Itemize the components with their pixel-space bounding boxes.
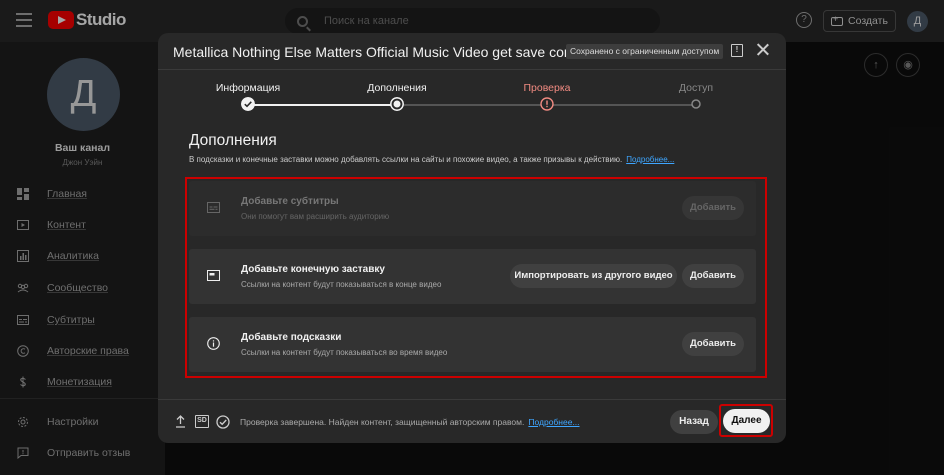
step-current-icon[interactable] [390, 97, 404, 111]
step-pending-icon[interactable] [691, 99, 701, 109]
footer-learn-more-link[interactable]: Подробнее... [528, 417, 579, 427]
step-warning-icon[interactable] [540, 97, 554, 111]
upload-dialog: Metallica Nothing Else Matters Official … [158, 33, 786, 443]
close-icon[interactable] [756, 42, 770, 56]
dialog-header-divider [158, 69, 786, 70]
dialog-title: Metallica Nothing Else Matters Official … [173, 44, 576, 60]
info-icon [207, 337, 220, 350]
subtitles-card-title: Добавьте субтитры [241, 196, 339, 207]
step-checks-label[interactable]: Проверка [487, 82, 607, 94]
report-issue-icon[interactable]: ! [731, 44, 743, 57]
endscreen-icon [207, 270, 220, 281]
footer-status-text: Проверка завершена. Найден контент, защи… [240, 417, 525, 427]
step-visibility-label[interactable]: Доступ [636, 82, 756, 94]
step-connector-done [254, 104, 396, 106]
dialog-footer-divider [158, 399, 786, 400]
next-button[interactable]: Далее [723, 409, 770, 433]
back-button[interactable]: Назад [670, 410, 718, 434]
subtitles-icon [207, 202, 220, 213]
endscreen-card-title: Добавьте конечную заставку [241, 264, 385, 275]
step-connector [403, 104, 541, 106]
step-info-label[interactable]: Информация [188, 82, 308, 94]
info-cards-card-title: Добавьте подсказки [241, 332, 342, 343]
info-cards-card: Добавьте подсказки Ссылки на контент буд… [189, 317, 756, 372]
learn-more-link[interactable]: Подробнее... [626, 155, 674, 164]
footer-status: Проверка завершена. Найден контент, защи… [240, 417, 580, 427]
section-description: В подсказки и конечные заставки можно до… [189, 155, 674, 164]
subtitles-card: Добавьте субтитры Они помогут вам расшир… [189, 181, 756, 236]
step-done-check-icon[interactable] [241, 97, 255, 111]
import-endscreen-button[interactable]: Импортировать из другого видео [510, 264, 677, 288]
step-extras-label[interactable]: Дополнения [337, 82, 457, 94]
section-description-text: В подсказки и конечные заставки можно до… [189, 155, 623, 164]
info-cards-card-subtitle: Ссылки на контент будут показываться во … [241, 348, 448, 357]
section-title: Дополнения [189, 132, 277, 149]
endscreen-card-subtitle: Ссылки на контент будут показываться в к… [241, 280, 442, 289]
visibility-badge: Сохранено с ограниченным доступом [566, 44, 724, 59]
checks-complete-icon[interactable] [216, 415, 230, 429]
add-subtitles-button[interactable]: Добавить [682, 196, 744, 220]
add-info-cards-button[interactable]: Добавить [682, 332, 744, 356]
sd-quality-icon[interactable]: SD [195, 415, 209, 428]
subtitles-card-subtitle: Они помогут вам расширить аудиторию [241, 212, 390, 221]
upload-status-icon[interactable] [175, 415, 186, 428]
step-connector [553, 104, 693, 106]
add-endscreen-button[interactable]: Добавить [682, 264, 744, 288]
endscreen-card: Добавьте конечную заставку Ссылки на кон… [189, 249, 756, 304]
